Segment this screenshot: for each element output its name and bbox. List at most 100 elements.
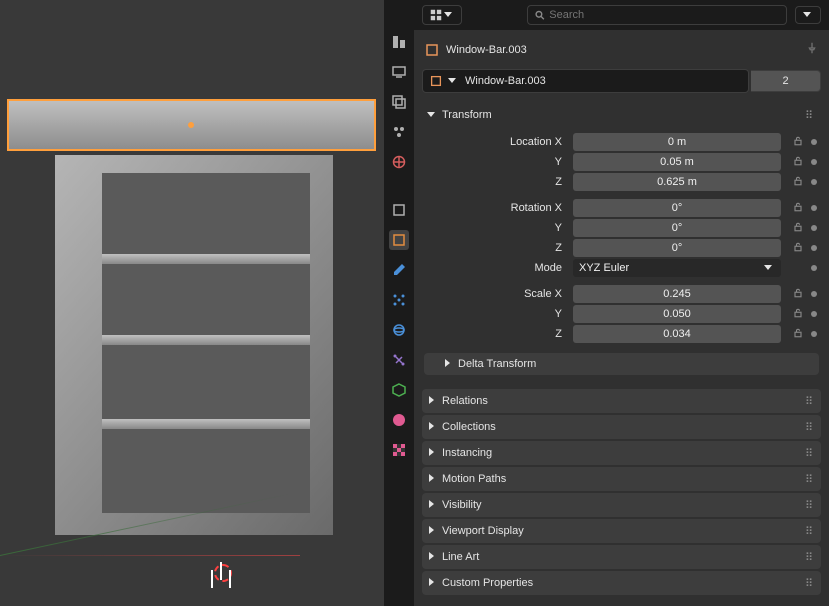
rotation-x-field[interactable]: 0° (573, 199, 781, 217)
custom-properties-title: Custom Properties (442, 577, 533, 589)
lock-button[interactable] (788, 135, 808, 150)
rotation-y-field[interactable]: 0° (573, 219, 781, 237)
scale-x-field[interactable]: 0.245 (573, 285, 781, 303)
lock-button[interactable] (788, 221, 808, 236)
mesh-shelf (102, 335, 310, 345)
delta-transform-header[interactable]: Delta Transform (424, 353, 819, 375)
panel-options-icon[interactable]: ⠿ (805, 395, 815, 408)
object-origin-icon (188, 122, 194, 128)
rotation-y-label: Y (424, 222, 572, 234)
options-dropdown[interactable] (795, 6, 821, 24)
chevron-right-icon (426, 577, 438, 589)
animate-button[interactable] (809, 308, 819, 320)
viewport-display-header[interactable]: Viewport Display ⠿ (422, 519, 821, 543)
lock-button[interactable] (788, 307, 808, 322)
search-field[interactable] (527, 5, 787, 25)
panel-options-icon[interactable]: ⠿ (805, 109, 815, 122)
editor-type-dropdown[interactable] (422, 5, 462, 25)
properties-tabstrip (384, 0, 414, 606)
line-art-header[interactable]: Line Art ⠿ (422, 545, 821, 569)
tab-material[interactable] (389, 410, 409, 430)
datablock-browser: Window-Bar.003 2 (422, 69, 821, 93)
tab-mesh[interactable] (389, 380, 409, 400)
tab-viewlayer[interactable] (389, 92, 409, 112)
chevron-down-icon (763, 262, 775, 274)
search-input[interactable] (549, 9, 780, 21)
axis-x (0, 555, 300, 556)
animate-button[interactable] (809, 328, 819, 340)
relations-header[interactable]: Relations ⠿ (422, 389, 821, 413)
animate-button[interactable] (809, 288, 819, 300)
rotation-z-field[interactable]: 0° (573, 239, 781, 257)
tab-collection[interactable] (389, 200, 409, 220)
lock-button[interactable] (788, 201, 808, 216)
cursor-3d-icon (210, 560, 232, 582)
rotation-mode-select[interactable]: XYZ Euler (573, 259, 781, 277)
location-x-field[interactable]: 0 m (573, 133, 781, 151)
lock-button[interactable] (788, 287, 808, 302)
panel-options-icon[interactable]: ⠿ (805, 499, 815, 512)
transform-title: Transform (442, 109, 492, 121)
tab-texture[interactable] (389, 440, 409, 460)
animate-button[interactable] (809, 156, 819, 168)
chevron-right-icon (426, 499, 438, 511)
lock-button[interactable] (788, 175, 808, 190)
tab-constraints[interactable] (389, 350, 409, 370)
viewport-3d[interactable] (0, 0, 384, 606)
location-y-label: Y (424, 156, 572, 168)
chevron-right-icon (426, 447, 438, 459)
collections-title: Collections (442, 421, 496, 433)
tab-output[interactable] (389, 62, 409, 82)
panel-body: Window-Bar.003 Window-Bar.003 2 Transfor… (414, 30, 829, 606)
chevron-right-icon (426, 421, 438, 433)
tab-world[interactable] (389, 152, 409, 172)
search-icon (534, 9, 545, 21)
animate-button[interactable] (809, 262, 819, 274)
animate-button[interactable] (809, 136, 819, 148)
pin-button[interactable] (805, 41, 819, 58)
collections-header[interactable]: Collections ⠿ (422, 415, 821, 439)
rotation-mode-value: XYZ Euler (579, 262, 629, 274)
chevron-down-icon (447, 75, 459, 87)
tab-physics[interactable] (389, 320, 409, 340)
motion-paths-title: Motion Paths (442, 473, 506, 485)
visibility-header[interactable]: Visibility⠿ (422, 493, 821, 517)
tab-modifiers[interactable] (389, 260, 409, 280)
chevron-right-icon (426, 525, 438, 537)
tab-particles[interactable] (389, 290, 409, 310)
panel-options-icon[interactable]: ⠿ (805, 525, 815, 538)
custom-properties-header[interactable]: Custom Properties ⠿ (422, 571, 821, 595)
transform-header[interactable]: Transform ⠿ (422, 103, 821, 127)
datablock-users[interactable]: 2 (751, 70, 821, 92)
panel-header (414, 0, 829, 30)
animate-button[interactable] (809, 222, 819, 234)
chevron-down-icon (802, 9, 814, 21)
line-art-title: Line Art (442, 551, 479, 563)
rotation-mode-label: Mode (424, 262, 572, 274)
animate-button[interactable] (809, 242, 819, 254)
motion-paths-header[interactable]: Motion Paths ⠿ (422, 467, 821, 491)
panel-options-icon[interactable]: ⠿ (805, 473, 815, 486)
animate-button[interactable] (809, 202, 819, 214)
lock-button[interactable] (788, 327, 808, 342)
scale-y-label: Y (424, 308, 572, 320)
location-z-field[interactable]: 0.625 m (573, 173, 781, 191)
relations-title: Relations (442, 395, 488, 407)
location-y-field[interactable]: 0.05 m (573, 153, 781, 171)
scale-y-field[interactable]: 0.050 (573, 305, 781, 323)
panel-options-icon[interactable]: ⠿ (805, 447, 815, 460)
viewport-display-title: Viewport Display (442, 525, 524, 537)
panel-options-icon[interactable]: ⠿ (805, 551, 815, 564)
lock-button[interactable] (788, 241, 808, 256)
scale-z-field[interactable]: 0.034 (573, 325, 781, 343)
tab-render[interactable] (389, 32, 409, 52)
lock-button[interactable] (788, 155, 808, 170)
datablock-name-field[interactable]: Window-Bar.003 (422, 69, 749, 93)
panel-options-icon[interactable]: ⠿ (805, 421, 815, 434)
animate-button[interactable] (809, 176, 819, 188)
tab-object[interactable] (389, 230, 409, 250)
properties-panel: Window-Bar.003 Window-Bar.003 2 Transfor… (414, 0, 829, 606)
instancing-header[interactable]: Instancing⠿ (422, 441, 821, 465)
panel-options-icon[interactable]: ⠿ (805, 577, 815, 590)
tab-scene[interactable] (389, 122, 409, 142)
